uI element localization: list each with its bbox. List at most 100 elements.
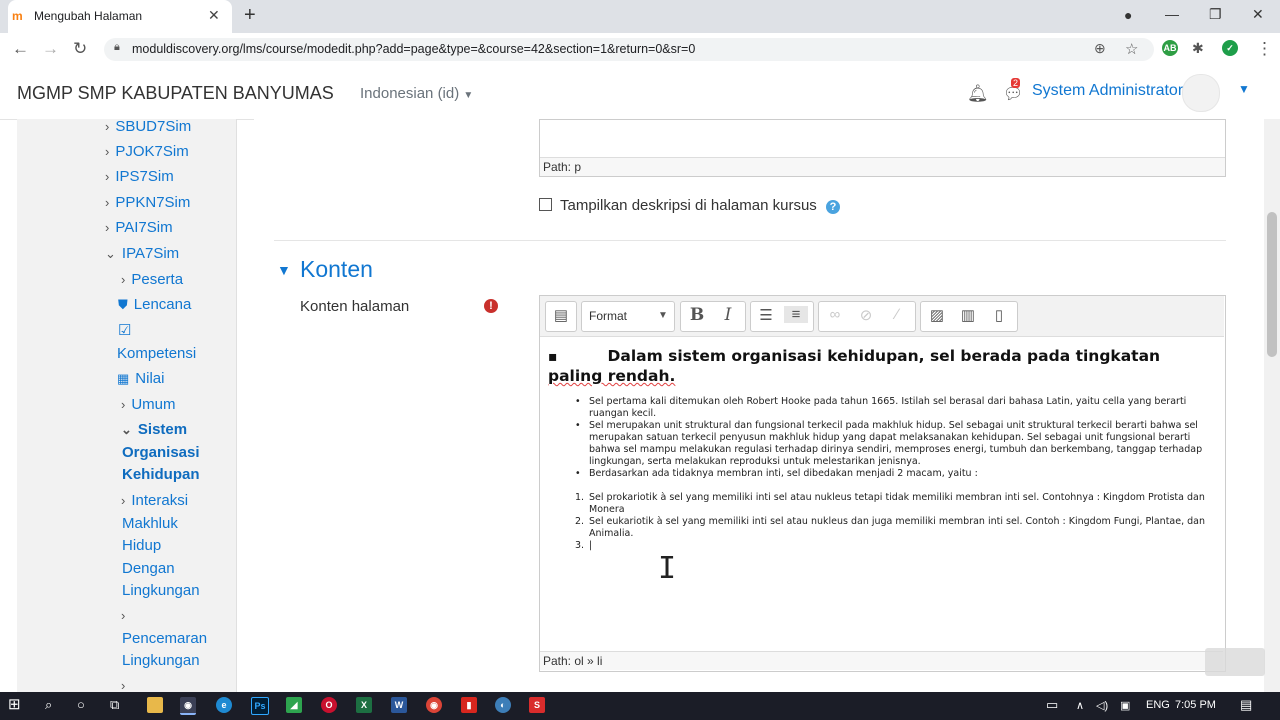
minimize-icon[interactable]: — <box>1165 6 1179 22</box>
file-manage-icon[interactable]: ▯ <box>987 306 1011 324</box>
drawer-item-lencana[interactable]: ⛊ Lencana <box>118 294 191 316</box>
divider <box>274 240 1226 241</box>
drawer-text[interactable]: Organisasi <box>122 442 200 464</box>
drawer-text[interactable]: Dengan <box>122 558 175 580</box>
language-menu[interactable]: Indonesian (id) ▼ <box>360 85 473 102</box>
file-explorer-icon[interactable] <box>147 697 163 713</box>
task-view-icon[interactable]: ⧉ <box>110 697 119 713</box>
link-icon[interactable]: ∞ <box>823 306 847 323</box>
network-icon[interactable]: ▣ <box>1120 699 1130 712</box>
section-title[interactable]: Konten <box>300 256 373 283</box>
user-name[interactable]: System Administrator <box>1032 82 1183 100</box>
back-icon[interactable]: ← <box>12 39 29 59</box>
drawer-item-ipa7sim[interactable]: ⌄ IPA7Sim <box>105 243 179 265</box>
description-path: Path: p <box>540 157 1225 176</box>
drawer-item-sbud7sim[interactable]: › SBUD7Sim <box>105 119 191 138</box>
chevron-up-icon[interactable]: ∧ <box>1076 699 1084 712</box>
lock-icon[interactable]: 🔒︎ <box>114 41 120 54</box>
site-name[interactable]: MGMP SMP KABUPATEN BANYUMAS <box>17 83 334 104</box>
window-close-icon[interactable]: ✕ <box>1252 6 1264 23</box>
clear-icon[interactable]: ∕ <box>885 306 909 323</box>
italic-icon[interactable]: I <box>716 305 740 325</box>
windows-start-icon[interactable]: ⊞ <box>8 695 21 713</box>
description-editor[interactable]: Path: p <box>539 119 1226 177</box>
drawer-text[interactable]: Makhluk <box>122 513 178 535</box>
photoshop-icon[interactable]: Ps <box>251 697 269 715</box>
bullet-dot: ▪ <box>548 349 558 365</box>
input-language[interactable]: ENG <box>1146 699 1170 711</box>
drawer-item-interaksi[interactable]: › Interaksi <box>121 490 188 512</box>
unlink-icon[interactable]: ⊘ <box>854 306 878 324</box>
app-icon[interactable]: ◢ <box>286 697 302 713</box>
bold-icon[interactable]: B <box>685 305 709 325</box>
format-dropdown[interactable]: Format ▼ <box>581 301 675 332</box>
tab-close-icon[interactable]: ✕ <box>208 7 220 24</box>
chevron-right-icon: › <box>105 144 110 159</box>
collapse-caret-icon[interactable]: ▼ <box>277 262 291 278</box>
drawer-item-pai7sim[interactable]: › PAI7Sim <box>105 217 173 239</box>
caret-down-icon: ▼ <box>658 310 668 321</box>
drawer-text[interactable]: Hidup <box>122 535 161 557</box>
volume-icon[interactable]: ◁) <box>1096 699 1108 712</box>
chevron-right-icon[interactable]: › <box>121 675 131 692</box>
drawer-item-ips7sim[interactable]: › IPS7Sim <box>105 166 174 188</box>
app-red-icon[interactable]: ▮ <box>461 697 477 713</box>
scrollbar-thumb[interactable] <box>1267 212 1277 357</box>
extensions-puzzle-icon[interactable]: ✱ <box>1192 40 1204 57</box>
zoom-icon[interactable]: ⊕ <box>1094 40 1106 57</box>
drawer-item-peserta[interactable]: › Peserta <box>121 269 183 291</box>
floating-buttons[interactable] <box>1205 648 1265 676</box>
editor-content[interactable]: ▪ Dalam sistem organisasi kehidupan, sel … <box>540 338 1222 648</box>
adblock-extension-icon[interactable]: AB <box>1162 40 1178 56</box>
media-icon[interactable]: ▥ <box>956 306 980 324</box>
app-blue-icon[interactable]: ◐ <box>495 697 511 713</box>
chrome-icon[interactable]: ◉ <box>180 697 196 715</box>
url-text[interactable]: moduldiscovery.org/lms/course/modedit.ph… <box>132 42 695 56</box>
drawer-text[interactable]: Lingkungan <box>122 650 200 672</box>
show-description-checkbox[interactable] <box>539 198 552 211</box>
editor-toolbar: ▤ Format ▼ B I ☰ ≡ ∞ ⊘ ∕ ▨ ▥ ▯ <box>540 296 1224 337</box>
drawer-item-nilai[interactable]: ▦ Nilai <box>117 368 164 390</box>
notifications-icon[interactable]: ▤ <box>1240 697 1252 713</box>
bookmark-star-icon[interactable]: ☆ <box>1125 40 1138 58</box>
notification-bell-icon[interactable]: 🔔︎ <box>967 84 989 104</box>
excel-icon[interactable]: X <box>356 697 372 713</box>
edge-icon[interactable]: e <box>216 697 232 713</box>
toolbar-group: ▤ <box>545 301 577 332</box>
chevron-right-icon[interactable]: › <box>121 605 131 627</box>
profile-menu-icon[interactable]: ● <box>1124 7 1132 23</box>
new-tab-button[interactable]: + <box>244 4 256 27</box>
app-s-icon[interactable]: S <box>529 697 545 713</box>
drawer-item-umum[interactable]: › Umum <box>121 394 176 416</box>
opera-icon[interactable]: O <box>321 697 337 713</box>
chrome-alt-icon[interactable]: ◉ <box>426 697 442 713</box>
drawer-item-kompetensi[interactable]: Kompetensi <box>117 343 196 365</box>
drawer-item-pjok7sim[interactable]: › PJOK7Sim <box>105 141 189 163</box>
user-menu-caret-icon[interactable]: ▼ <box>1238 82 1250 96</box>
keyboard-icon[interactable]: ▭ <box>1046 697 1058 713</box>
drawer-item-pencemaran[interactable]: Pencemaran <box>122 628 207 650</box>
drawer-text[interactable]: Lingkungan <box>122 580 200 602</box>
drawer-item-ppkn7sim[interactable]: › PPKN7Sim <box>105 192 190 214</box>
numbered-list-icon[interactable]: ≡ <box>784 306 808 323</box>
show-description-label[interactable]: Tampilkan deskripsi di halaman kursus <box>560 197 817 214</box>
clock[interactable]: 7:05 PM <box>1175 699 1216 711</box>
avatar[interactable] <box>1182 74 1220 112</box>
drawer-item-sistem[interactable]: ⌄ Sistem <box>121 419 187 441</box>
bullet-list-icon[interactable]: ☰ <box>754 306 778 324</box>
image-icon[interactable]: ▨ <box>925 306 949 324</box>
search-icon[interactable]: ⌕ <box>45 697 52 713</box>
drawer-text[interactable]: Kehidupan <box>122 464 200 486</box>
forward-icon[interactable]: → <box>42 39 59 59</box>
browser-menu-icon[interactable]: ⋮ <box>1256 39 1273 59</box>
word-icon[interactable]: W <box>391 697 407 713</box>
list-item: 3. | <box>575 540 593 551</box>
cortana-icon[interactable]: ○ <box>77 697 85 712</box>
scrollbar[interactable] <box>1264 119 1280 692</box>
help-icon[interactable]: ? <box>826 200 840 214</box>
shield-extension-icon[interactable]: ✓ <box>1222 40 1238 56</box>
show-more-icon[interactable]: ▤ <box>549 306 573 324</box>
reload-icon[interactable]: ↻ <box>73 39 87 59</box>
tab-title[interactable]: Mengubah Halaman <box>34 9 142 23</box>
maximize-icon[interactable]: ❐ <box>1209 6 1222 23</box>
